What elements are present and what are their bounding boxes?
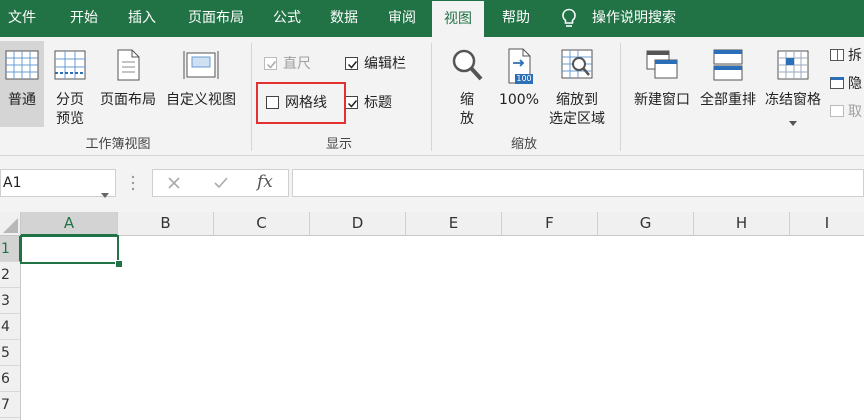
workbook-views-group-label: 工作簿视图 xyxy=(85,137,151,152)
zoom-group-label: 缩放 xyxy=(510,137,537,152)
tell-me-search[interactable]: 操作说明搜索 xyxy=(592,0,676,37)
column-header[interactable]: F xyxy=(502,212,598,235)
enter-check-icon[interactable] xyxy=(213,176,229,194)
tab-view[interactable]: 视图 xyxy=(432,1,484,37)
formula-buttons: fx xyxy=(152,169,289,197)
new-window-icon xyxy=(644,47,680,83)
formula-bar-check-icon xyxy=(345,56,358,70)
tab-review[interactable]: 审阅 xyxy=(376,0,428,37)
arrange-all-button[interactable]: 全部重排 xyxy=(696,41,760,127)
page-layout-view-button[interactable]: 页面布局 xyxy=(96,41,160,127)
insert-function-icon[interactable]: fx xyxy=(257,172,273,192)
row-headers: 1 2 3 4 5 6 7 xyxy=(0,236,21,420)
unhide-button: 取 xyxy=(830,103,862,121)
chevron-down-icon[interactable] xyxy=(101,181,109,207)
lightbulb-icon[interactable] xyxy=(560,8,578,34)
page-break-preview-icon xyxy=(52,47,88,83)
page-layout-view-icon xyxy=(110,47,146,83)
row-header[interactable]: 6 xyxy=(0,366,20,392)
zoom-to-selection-button[interactable]: 缩放到 选定区域 xyxy=(546,41,608,127)
column-header[interactable]: I xyxy=(790,212,864,235)
column-header[interactable]: D xyxy=(310,212,406,235)
ruler-check-icon xyxy=(264,56,277,70)
tab-insert[interactable]: 插入 xyxy=(116,0,168,37)
resize-handle-icon[interactable] xyxy=(131,174,135,196)
ribbon-tab-bar: 文件 开始 插入 页面布局 公式 数据 审阅 视图 帮助 操作说明搜索 xyxy=(0,0,864,37)
cancel-icon[interactable] xyxy=(167,176,181,194)
row-header[interactable]: 1 xyxy=(0,236,21,262)
headings-checkbox[interactable]: 标题 xyxy=(345,94,392,112)
custom-views-button[interactable]: 自定义视图 xyxy=(162,41,240,127)
unhide-icon xyxy=(830,105,844,117)
column-header[interactable]: A xyxy=(21,212,118,236)
group-divider xyxy=(431,43,432,151)
cell-grid[interactable] xyxy=(21,236,864,420)
freeze-panes-icon xyxy=(775,47,811,83)
ribbon: 普通 分页 预览 页面布局 自定义视图 工作簿视图 直尺 编辑栏 网格线 标题 … xyxy=(0,37,864,156)
zoom-100-icon: 100 xyxy=(501,47,537,87)
page-break-preview-button[interactable]: 分页 预览 xyxy=(48,41,92,127)
group-divider xyxy=(251,43,252,151)
row-header[interactable]: 4 xyxy=(0,314,20,340)
hide-button[interactable]: 隐 xyxy=(830,75,862,93)
fill-handle[interactable] xyxy=(115,260,123,268)
select-all-corner[interactable] xyxy=(0,212,21,235)
normal-view-icon xyxy=(4,47,40,83)
column-headers: A B C D E F G H I xyxy=(0,212,864,236)
tab-data[interactable]: 数据 xyxy=(318,0,370,37)
row-header[interactable]: 2 xyxy=(0,262,20,288)
name-box[interactable]: A1 xyxy=(0,169,116,198)
column-header[interactable]: C xyxy=(214,212,310,235)
zoom-button[interactable]: 缩 放 xyxy=(444,41,490,127)
column-header[interactable]: H xyxy=(694,212,790,235)
formula-bar-checkbox[interactable]: 编辑栏 xyxy=(345,55,406,73)
zoom-to-selection-icon xyxy=(559,47,595,83)
formula-bar: A1 fx xyxy=(0,156,864,212)
active-cell[interactable] xyxy=(20,235,119,264)
formula-input[interactable] xyxy=(292,169,864,197)
split-button[interactable]: 拆 xyxy=(830,47,862,65)
row-header[interactable]: 5 xyxy=(0,340,20,366)
freeze-panes-button[interactable]: 冻结窗格 xyxy=(762,41,824,127)
chevron-down-icon xyxy=(762,113,824,132)
column-header[interactable]: E xyxy=(406,212,502,235)
tab-help[interactable]: 帮助 xyxy=(490,0,542,37)
headings-check-icon xyxy=(345,95,358,109)
custom-views-icon xyxy=(183,47,219,83)
column-header[interactable]: B xyxy=(118,212,214,235)
gridlines-highlight-box xyxy=(256,82,346,124)
tab-home[interactable]: 开始 xyxy=(56,0,112,37)
normal-view-button[interactable]: 普通 xyxy=(0,41,44,127)
row-header[interactable]: 7 xyxy=(0,392,20,418)
show-group-label: 显示 xyxy=(325,137,352,152)
column-header[interactable]: G xyxy=(598,212,694,235)
zoom-100-button[interactable]: 100 100% xyxy=(494,41,544,127)
tab-file[interactable]: 文件 xyxy=(0,0,44,37)
tab-page-layout[interactable]: 页面布局 xyxy=(176,0,256,37)
arrange-all-icon xyxy=(710,47,746,83)
hide-icon xyxy=(830,77,844,89)
new-window-button[interactable]: 新建窗口 xyxy=(630,41,694,127)
row-header[interactable]: 3 xyxy=(0,288,20,314)
ruler-checkbox: 直尺 xyxy=(264,55,311,73)
group-divider xyxy=(620,43,621,151)
split-icon xyxy=(830,49,844,61)
magnifier-icon xyxy=(449,47,485,83)
tab-formulas[interactable]: 公式 xyxy=(262,0,312,37)
